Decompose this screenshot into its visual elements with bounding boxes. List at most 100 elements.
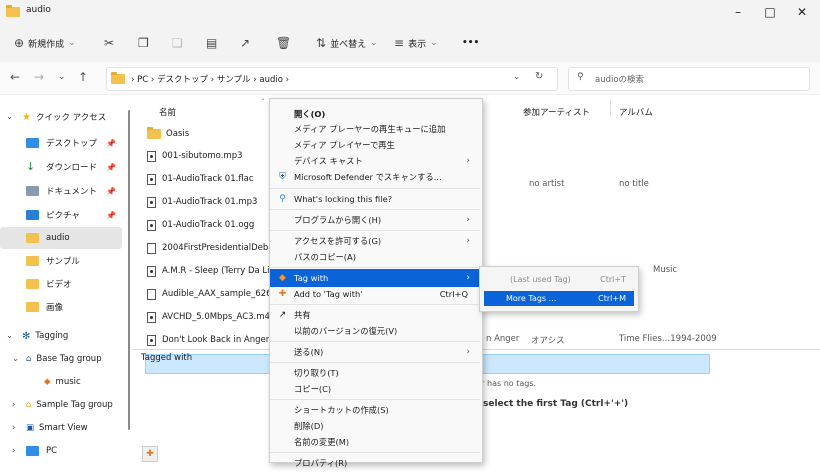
- sidebar-label: PC: [46, 446, 58, 456]
- breadcrumb-audio[interactable]: audio: [259, 75, 283, 85]
- album-cell: Music: [653, 265, 678, 275]
- audio-file-icon: [147, 173, 156, 185]
- file-name: 01-AudioTrack 01.mp3: [162, 197, 258, 207]
- menu-item-copy[interactable]: コピー(C): [270, 380, 480, 398]
- sidebar-label: ダウンロード: [46, 163, 98, 173]
- menu-item-copy-path[interactable]: パスのコピー(A): [270, 248, 480, 266]
- refresh-icon[interactable]: ↻: [535, 71, 543, 82]
- chevron-right-icon: ›: [466, 273, 470, 283]
- chevron-down-icon: ⌄: [6, 112, 14, 122]
- view-button[interactable]: ≡ 表示 ⌄: [394, 24, 438, 62]
- sidebar-item-videos[interactable]: ビデオ: [0, 273, 122, 295]
- audio-file-icon: [147, 196, 156, 208]
- copy-button[interactable]: ❐: [138, 24, 153, 62]
- sidebar-label: 画像: [46, 303, 64, 313]
- add-tag-icon: ✚: [278, 289, 287, 299]
- file-name: 001-sibutomo.mp3: [162, 151, 243, 161]
- share-icon: ↗: [240, 36, 251, 50]
- list-item[interactable]: 01-AudioTrack 01.mp3: [147, 191, 257, 213]
- tag-panel-hint: select the first Tag (Ctrl+'+'): [483, 399, 629, 409]
- sidebar-sample-tag-group[interactable]: › ⌂ Sample Tag group: [0, 394, 122, 416]
- file-icon: [147, 242, 156, 254]
- menu-item-rename[interactable]: 名前の変更(M): [270, 433, 480, 451]
- shortcut-label: Ctrl+T: [600, 275, 626, 284]
- sidebar-base-tag-group[interactable]: ⌄ ⌂ Base Tag group: [0, 348, 122, 370]
- sidebar-pc[interactable]: › PC: [0, 440, 122, 462]
- sidebar-quick-access[interactable]: ⌄ ★ クイック アクセス: [0, 106, 122, 128]
- add-tag-icon[interactable]: ✚: [142, 446, 158, 462]
- sort-button[interactable]: ⇅ 並べ替え ⌄: [316, 24, 378, 62]
- context-menu: 開く(O) メディア プレーヤーの再生キューに追加 メディア プレイヤーで再生 …: [269, 98, 483, 468]
- menu-separator: [270, 209, 480, 210]
- menu-item-whats-locking[interactable]: ⚲ What's locking this file?: [270, 190, 480, 208]
- list-item[interactable]: Don't Look Back in Anger.m: [147, 329, 279, 351]
- tag-icon: ◆: [44, 377, 51, 387]
- list-item[interactable]: AVCHD_5.0Mbps_AC3.m4a: [147, 306, 275, 328]
- sidebar-item-documents[interactable]: ドキュメント 📌: [0, 180, 122, 202]
- sidebar-item-sample[interactable]: サンプル: [0, 250, 122, 272]
- menu-item-restore-versions[interactable]: 以前のバージョンの復元(V): [270, 322, 480, 340]
- breadcrumb-desktop[interactable]: デスクトップ: [157, 75, 208, 85]
- column-header-album[interactable]: アルバム: [619, 106, 653, 118]
- up-button[interactable]: ↑: [78, 70, 88, 84]
- share-button[interactable]: ↗: [240, 24, 254, 62]
- list-item[interactable]: 01-AudioTrack 01.flac: [147, 168, 254, 190]
- menu-separator: [270, 452, 480, 453]
- menu-separator: [270, 341, 480, 342]
- list-item[interactable]: Audible_AAX_sample_62689: [147, 283, 282, 305]
- submenu-item-last-used[interactable]: (Last used Tag) Ctrl+T: [484, 272, 634, 287]
- sidebar-item-desktop[interactable]: デスクトップ 📌: [0, 132, 122, 154]
- sidebar-tagging[interactable]: ⌄ ✻ Tagging: [0, 325, 122, 347]
- sidebar-scrollbar[interactable]: [128, 110, 130, 430]
- audio-file-icon: [147, 311, 156, 323]
- breadcrumb-pc[interactable]: PC: [137, 75, 148, 85]
- folder-icon: [26, 233, 39, 243]
- menu-separator: [270, 188, 480, 189]
- back-button[interactable]: ←: [10, 70, 20, 84]
- column-divider[interactable]: [610, 100, 611, 116]
- copy-icon: ❐: [138, 36, 149, 50]
- sidebar-smart-view[interactable]: › ▣ Smart View: [0, 417, 122, 439]
- new-button[interactable]: ⊕ 新規作成 ⌄: [14, 24, 76, 62]
- delete-button[interactable]: 🗑: [276, 24, 295, 62]
- menu-item-properties[interactable]: プロパティ(R): [270, 454, 480, 472]
- list-item[interactable]: A.M.R - Sleep (Terry Da Libr: [147, 260, 278, 282]
- folder-icon: [147, 127, 161, 139]
- file-name: Oasis: [166, 129, 190, 139]
- scissors-icon: ✂: [104, 36, 115, 50]
- menu-item-send-to[interactable]: 送る(N) ›: [270, 343, 480, 361]
- paste-button[interactable]: ❏: [172, 24, 187, 62]
- more-button[interactable]: •••: [462, 24, 479, 62]
- sidebar-label: music: [55, 377, 81, 387]
- smart-view-icon: ▣: [26, 423, 35, 433]
- rename-button[interactable]: ▤: [206, 24, 221, 62]
- star-icon: ★: [22, 111, 31, 123]
- menu-item-add-to-tag-with[interactable]: ✚ Add to 'Tag with' Ctrl+Q: [270, 285, 480, 303]
- rename-icon: ▤: [206, 36, 218, 50]
- cut-button[interactable]: ✂: [104, 24, 118, 62]
- path-box[interactable]: › PC › デスクトップ › サンプル › audio › ⌄ ↻: [106, 67, 558, 91]
- menu-separator: [270, 362, 480, 363]
- column-header-artist[interactable]: 参加アーティスト: [523, 106, 590, 118]
- list-item[interactable]: 2004FirstPresidentialDebate: [147, 237, 282, 259]
- sidebar-item-audio[interactable]: audio: [0, 227, 122, 249]
- close-button[interactable]: ✕: [783, 0, 820, 24]
- list-item[interactable]: 01-AudioTrack 01.ogg: [147, 214, 254, 236]
- search-input[interactable]: audioの検索: [595, 73, 644, 85]
- sidebar-item-images[interactable]: 画像: [0, 296, 122, 318]
- sidebar-item-pictures[interactable]: ピクチャ 📌: [0, 204, 122, 226]
- menu-item-defender[interactable]: ⛨ Microsoft Defender でスキャンする...: [270, 168, 480, 186]
- search-box[interactable]: ⚲ audioの検索: [568, 67, 810, 91]
- menu-item-open-with[interactable]: プログラムから開く(H) ›: [270, 211, 480, 229]
- list-item[interactable]: Oasis: [147, 123, 189, 145]
- path-dropdown-icon[interactable]: ⌄: [513, 72, 521, 82]
- recent-dropdown[interactable]: ⌄: [58, 72, 66, 82]
- chevron-down-icon: ⌄: [68, 38, 76, 48]
- column-header-name[interactable]: 名前: [159, 106, 176, 118]
- list-item[interactable]: 001-sibutomo.mp3: [147, 145, 243, 167]
- forward-button[interactable]: →: [34, 70, 44, 84]
- breadcrumb-sample[interactable]: サンプル: [217, 75, 251, 85]
- sidebar-item-downloads[interactable]: ↓ ダウンロード 📌: [0, 156, 122, 178]
- sidebar-tag-music[interactable]: ◆ music: [0, 371, 122, 393]
- submenu-item-more-tags[interactable]: More Tags ... Ctrl+M: [484, 291, 634, 306]
